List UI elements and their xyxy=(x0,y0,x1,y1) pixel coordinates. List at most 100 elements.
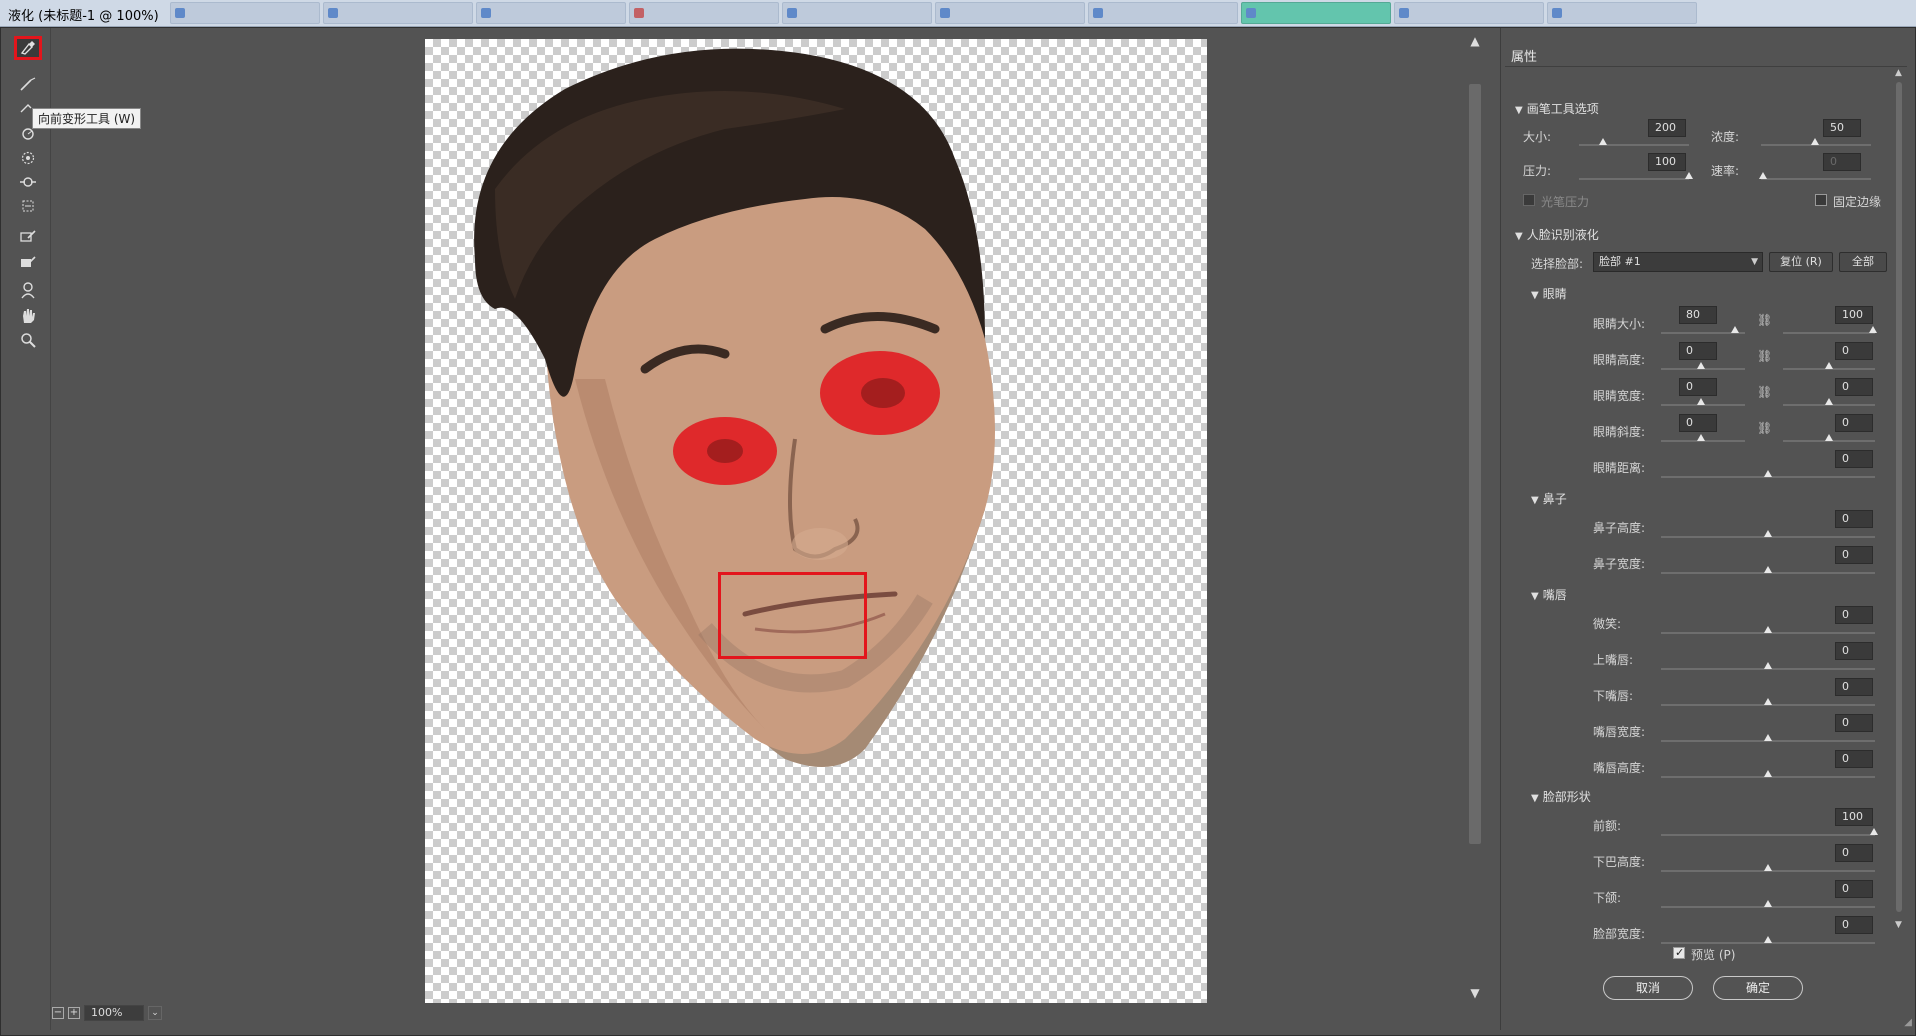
eye-size-right-slider[interactable] xyxy=(1783,332,1875,334)
taskbar-tab[interactable] xyxy=(629,2,779,24)
preview-workspace[interactable] xyxy=(52,28,1482,1030)
mouth-height-input[interactable]: 0 xyxy=(1835,750,1873,768)
cancel-button[interactable]: 取消 xyxy=(1603,976,1693,1000)
stylus-pressure-checkbox[interactable] xyxy=(1523,194,1535,206)
nose-height-input[interactable]: 0 xyxy=(1835,510,1873,528)
mouth-width-input[interactable]: 0 xyxy=(1835,714,1873,732)
push-left-tool-icon[interactable] xyxy=(14,194,42,218)
taskbar-tab[interactable] xyxy=(1241,2,1391,24)
forward-warp-tool-icon[interactable] xyxy=(14,36,42,60)
pucker-tool-icon[interactable] xyxy=(14,146,42,170)
link-icon[interactable]: ⛓ xyxy=(1757,421,1772,435)
link-icon[interactable]: ⛓ xyxy=(1757,349,1772,363)
eye-height-right-thumb[interactable] xyxy=(1825,362,1833,369)
zoom-tool-icon[interactable] xyxy=(14,328,42,352)
lower-lip-input[interactable]: 0 xyxy=(1835,678,1873,696)
nose-height-thumb[interactable] xyxy=(1764,530,1772,537)
eye-width-left-input[interactable]: 0 xyxy=(1679,378,1717,396)
chin-height-input[interactable]: 0 xyxy=(1835,844,1873,862)
zoom-out-icon[interactable]: − xyxy=(52,1007,64,1019)
scroll-up-icon[interactable]: ▲ xyxy=(1468,34,1482,48)
properties-scroll-thumb[interactable] xyxy=(1896,82,1902,912)
document-canvas[interactable] xyxy=(425,39,1207,1003)
chin-height-thumb[interactable] xyxy=(1764,864,1772,871)
eye-width-right-input[interactable]: 0 xyxy=(1835,378,1873,396)
smile-input[interactable]: 0 xyxy=(1835,606,1873,624)
resize-grip-icon[interactable]: ◢ xyxy=(1904,1017,1912,1028)
face-width-thumb[interactable] xyxy=(1764,936,1772,943)
eyes-header[interactable]: 眼睛 xyxy=(1531,285,1567,302)
density-input[interactable]: 50 xyxy=(1823,119,1861,137)
taskbar-tab[interactable] xyxy=(170,2,320,24)
rate-slider[interactable] xyxy=(1761,178,1871,180)
face-shape-header[interactable]: 脸部形状 xyxy=(1531,788,1591,805)
properties-scroll-area[interactable]: 画笔工具选项 大小: 200 浓度: 50 压力: 100 速率: 0 光笔压力… xyxy=(1505,68,1897,960)
pressure-input[interactable]: 100 xyxy=(1648,153,1686,171)
upper-lip-input[interactable]: 0 xyxy=(1835,642,1873,660)
eye-tilt-left-input[interactable]: 0 xyxy=(1679,414,1717,432)
preview-checkbox[interactable] xyxy=(1673,946,1685,959)
pressure-slider[interactable] xyxy=(1579,178,1689,180)
taskbar-tab[interactable] xyxy=(323,2,473,24)
all-button[interactable]: 全部 xyxy=(1839,252,1887,272)
forehead-thumb[interactable] xyxy=(1870,828,1878,835)
freeze-mask-tool-icon[interactable] xyxy=(14,224,42,248)
reset-button[interactable]: 复位 (R) xyxy=(1769,252,1833,272)
face-width-input[interactable]: 0 xyxy=(1835,916,1873,934)
eye-size-left-input[interactable]: 80 xyxy=(1679,306,1717,324)
bloat-tool-icon[interactable] xyxy=(14,170,42,194)
jawline-input[interactable]: 0 xyxy=(1835,880,1873,898)
face-tool-icon[interactable] xyxy=(14,278,42,302)
nose-header[interactable]: 鼻子 xyxy=(1531,490,1567,507)
density-slider-thumb[interactable] xyxy=(1811,138,1819,145)
eye-height-left-input[interactable]: 0 xyxy=(1679,342,1717,360)
eye-size-left-thumb[interactable] xyxy=(1731,326,1739,333)
forehead-input[interactable]: 100 xyxy=(1835,808,1873,826)
lower-lip-thumb[interactable] xyxy=(1764,698,1772,705)
eye-size-right-thumb[interactable] xyxy=(1869,326,1877,333)
size-input[interactable]: 200 xyxy=(1648,119,1686,137)
rate-slider-thumb[interactable] xyxy=(1759,172,1767,179)
size-slider-thumb[interactable] xyxy=(1599,138,1607,145)
select-face-dropdown[interactable]: 脸部 #1 ▼ xyxy=(1593,252,1763,272)
link-icon[interactable]: ⛓ xyxy=(1757,313,1772,327)
scroll-thumb[interactable] xyxy=(1469,84,1481,844)
brush-tool-options-header[interactable]: 画笔工具选项 xyxy=(1515,100,1599,117)
scroll-down-icon[interactable]: ▼ xyxy=(1468,986,1482,1000)
canvas-vertical-scrollbar[interactable]: ▲ ▼ xyxy=(1468,28,1482,1003)
reconstruct-tool-icon[interactable] xyxy=(14,72,42,96)
eye-tilt-right-input[interactable]: 0 xyxy=(1835,414,1873,432)
eye-distance-thumb[interactable] xyxy=(1764,470,1772,477)
eye-height-right-input[interactable]: 0 xyxy=(1835,342,1873,360)
zoom-dropdown-icon[interactable]: ⌄ xyxy=(148,1006,162,1020)
scroll-down-icon[interactable]: ▼ xyxy=(1895,920,1902,930)
forehead-slider[interactable] xyxy=(1661,834,1875,836)
face-aware-liquify-header[interactable]: 人脸识别液化 xyxy=(1515,226,1599,243)
thaw-mask-tool-icon[interactable] xyxy=(14,250,42,274)
eye-width-right-thumb[interactable] xyxy=(1825,398,1833,405)
pin-edges-checkbox[interactable] xyxy=(1815,194,1827,206)
eye-tilt-left-thumb[interactable] xyxy=(1697,434,1705,441)
size-slider[interactable] xyxy=(1579,144,1689,146)
taskbar-tab[interactable] xyxy=(935,2,1085,24)
taskbar-tab[interactable] xyxy=(476,2,626,24)
scroll-up-icon[interactable]: ▲ xyxy=(1895,68,1902,78)
jawline-thumb[interactable] xyxy=(1764,900,1772,907)
eye-distance-input[interactable]: 0 xyxy=(1835,450,1873,468)
ok-button[interactable]: 确定 xyxy=(1713,976,1803,1000)
mouth-height-thumb[interactable] xyxy=(1764,770,1772,777)
taskbar-tab[interactable] xyxy=(1088,2,1238,24)
taskbar-tab[interactable] xyxy=(782,2,932,24)
mouth-header[interactable]: 嘴唇 xyxy=(1531,586,1567,603)
rate-input[interactable]: 0 xyxy=(1823,153,1861,171)
zoom-level-field[interactable]: 100% xyxy=(84,1005,144,1021)
eye-tilt-right-thumb[interactable] xyxy=(1825,434,1833,441)
eye-width-left-thumb[interactable] xyxy=(1697,398,1705,405)
taskbar-tab[interactable] xyxy=(1547,2,1697,24)
upper-lip-thumb[interactable] xyxy=(1764,662,1772,669)
pressure-slider-thumb[interactable] xyxy=(1685,172,1693,179)
link-icon[interactable]: ⛓ xyxy=(1757,385,1772,399)
hand-tool-icon[interactable] xyxy=(14,304,42,328)
properties-scrollbar[interactable]: ▲ ▼ xyxy=(1895,68,1903,930)
eye-height-left-thumb[interactable] xyxy=(1697,362,1705,369)
